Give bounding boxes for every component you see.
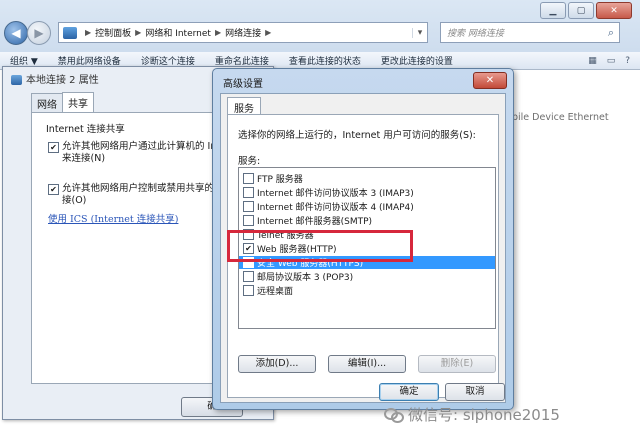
service-checkbox[interactable] <box>243 187 254 198</box>
ok-button[interactable]: 确定 <box>379 383 439 401</box>
view-options-icon[interactable]: ▦ <box>588 56 597 66</box>
search-placeholder: 搜索 网络连接 <box>447 29 504 39</box>
back-button[interactable]: ◀ <box>4 21 28 45</box>
service-item[interactable]: ✔ 安全 Web 服务器(HTTPS) <box>239 256 495 269</box>
services-tab-panel: 选择你的网络上运行的，Internet 用户可访问的服务(S): 服务: FTP… <box>227 114 499 398</box>
service-item[interactable]: Internet 邮件访问协议版本 4 (IMAP4) <box>239 200 495 213</box>
ics-group-title: Internet 连接共享 <box>46 124 125 135</box>
allow-control-checkbox[interactable]: ✔ <box>48 184 59 195</box>
breadcrumb-network-internet[interactable]: 网络和 Internet <box>145 26 211 39</box>
search-input[interactable]: 搜索 网络连接 ⌕ <box>440 22 620 43</box>
service-label: 邮局协议版本 3 (POP3) <box>257 273 354 283</box>
window-caption-buttons: ▁ ▢ ✕ <box>540 2 632 19</box>
service-label: Web 服务器(HTTP) <box>257 245 337 255</box>
services-prompt: 选择你的网络上运行的，Internet 用户可访问的服务(S): <box>238 130 476 141</box>
minimize-button[interactable]: ▁ <box>540 2 566 19</box>
breadcrumb-separator-icon: ▶ <box>265 28 272 37</box>
services-label: 服务: <box>238 156 261 167</box>
advanced-dialog-body: 服务 选择你的网络上运行的，Internet 用户可访问的服务(S): 服务: … <box>220 93 506 403</box>
back-arrow-icon: ◀ <box>11 26 21 40</box>
advanced-close-button[interactable]: ✕ <box>473 72 507 89</box>
service-checkbox[interactable] <box>243 173 254 184</box>
service-item[interactable]: 远程桌面 <box>239 284 495 297</box>
allow-control-option[interactable]: ✔ 允许其他网络用户控制或禁用共享的 接(O) <box>48 183 214 207</box>
service-item[interactable]: Telnet 服务器 <box>239 228 495 241</box>
service-checkbox[interactable]: ✔ <box>243 257 254 268</box>
allow-control-label: 允许其他网络用户控制或禁用共享的 <box>62 183 215 194</box>
service-label: Internet 邮件访问协议版本 4 (IMAP4) <box>257 203 414 213</box>
service-checkbox[interactable] <box>243 215 254 226</box>
service-checkbox[interactable] <box>243 285 254 296</box>
minimize-icon: ▁ <box>549 5 557 16</box>
service-item[interactable]: 邮局协议版本 3 (POP3) <box>239 270 495 283</box>
service-checkbox[interactable] <box>243 201 254 212</box>
wechat-logo-icon <box>384 407 404 423</box>
watermark-text: 微信号: siphone2015 <box>408 406 560 424</box>
service-label: Telnet 服务器 <box>257 231 314 241</box>
edit-service-button[interactable]: 编辑(I)... <box>328 355 406 373</box>
explorer-window-chrome: ▁ ▢ ✕ ◀ ▶ ▶ 控制面板 ▶ 网络和 Internet ▶ 网络连接 ▶… <box>0 0 640 70</box>
help-icon[interactable]: ? <box>625 56 630 66</box>
service-label: Internet 邮件访问协议版本 3 (IMAP3) <box>257 189 414 199</box>
service-item[interactable]: Internet 邮件访问协议版本 3 (IMAP3) <box>239 186 495 199</box>
cancel-button[interactable]: 取消 <box>445 383 505 401</box>
service-checkbox[interactable]: ✔ <box>243 243 254 254</box>
address-bar[interactable]: ▶ 控制面板 ▶ 网络和 Internet ▶ 网络连接 ▶ ▾ <box>58 22 428 43</box>
service-label: 安全 Web 服务器(HTTPS) <box>257 259 364 269</box>
view-status-command[interactable]: 查看此连接的状态 <box>279 54 371 67</box>
service-checkbox[interactable] <box>243 271 254 282</box>
search-icon[interactable]: ⌕ <box>608 26 614 40</box>
control-panel-icon <box>63 26 77 39</box>
props-title-text: 本地连接 2 属性 <box>26 75 99 86</box>
maximize-button[interactable]: ▢ <box>568 2 594 19</box>
breadcrumb-separator-icon: ▶ <box>85 28 92 37</box>
change-settings-command[interactable]: 更改此连接的设置 <box>371 54 463 67</box>
allow-control-label-line2: 接(O) <box>62 195 87 206</box>
network-connection-icon <box>11 75 22 85</box>
tab-sharing[interactable]: 共享 <box>62 92 94 114</box>
service-checkbox[interactable] <box>243 229 254 240</box>
ics-help-link[interactable]: 使用 ICS (Internet 连接共享) <box>48 211 178 225</box>
advanced-dialog-title: 高级设置 <box>223 79 263 90</box>
close-icon: ✕ <box>610 5 618 16</box>
allow-share-label-line2: 来连接(N) <box>62 153 106 164</box>
preview-pane-icon[interactable]: ▭ <box>607 56 616 66</box>
window-close-button[interactable]: ✕ <box>596 2 632 19</box>
breadcrumb-network-connections[interactable]: 网络连接 <box>225 26 261 39</box>
watermark: 微信号: siphone2015 <box>384 404 560 425</box>
allow-share-checkbox[interactable]: ✔ <box>48 142 59 153</box>
add-service-button[interactable]: 添加(D)... <box>238 355 316 373</box>
delete-service-button[interactable]: 删除(E) <box>418 355 496 373</box>
breadcrumb-control-panel[interactable]: 控制面板 <box>95 26 131 39</box>
service-item[interactable]: ✔ Web 服务器(HTTP) <box>239 242 495 255</box>
dialog-title: 本地连接 2 属性 <box>11 71 99 86</box>
service-label: FTP 服务器 <box>257 175 303 185</box>
forward-arrow-icon: ▶ <box>34 26 44 40</box>
close-icon: ✕ <box>485 75 495 86</box>
breadcrumb-separator-icon: ▶ <box>135 28 142 37</box>
view-options: ▦ ▭ ? <box>588 56 640 66</box>
forward-button[interactable]: ▶ <box>27 21 51 45</box>
service-label: 远程桌面 <box>257 287 294 297</box>
service-item[interactable]: FTP 服务器 <box>239 172 495 185</box>
services-list[interactable]: FTP 服务器 Internet 邮件访问协议版本 3 (IMAP3) Inte… <box>238 167 496 329</box>
service-item[interactable]: Internet 邮件服务器(SMTP) <box>239 214 495 227</box>
breadcrumb-separator-icon: ▶ <box>214 28 222 37</box>
address-dropdown-icon[interactable]: ▾ <box>412 27 427 38</box>
maximize-icon: ▢ <box>576 5 586 16</box>
network-adapter-label[interactable]: bile Device Ethernet <box>512 112 609 123</box>
advanced-settings-dialog: 高级设置 ✕ 服务 选择你的网络上运行的，Internet 用户可访问的服务(S… <box>212 68 514 410</box>
allow-control-label-block: 允许其他网络用户控制或禁用共享的 接(O) <box>62 183 214 207</box>
service-label: Internet 邮件服务器(SMTP) <box>257 217 373 227</box>
